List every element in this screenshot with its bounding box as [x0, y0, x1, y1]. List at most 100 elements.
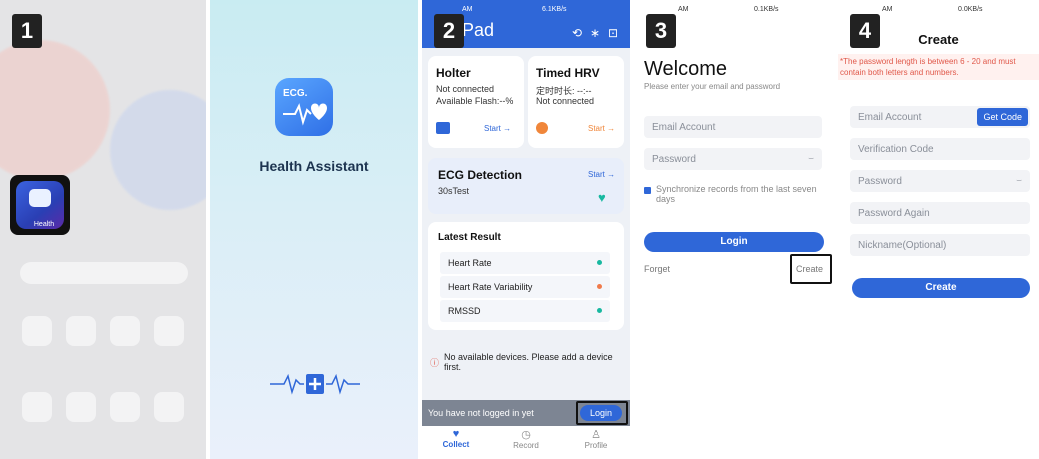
app-icon[interactable]	[110, 316, 140, 346]
verification-placeholder: Verification Code	[858, 144, 934, 155]
heart-icon: ♥	[598, 190, 606, 205]
holter-status: Not connected	[436, 84, 495, 94]
password-placeholder: Password	[652, 154, 696, 165]
ecg-start-button[interactable]: Start →	[588, 170, 615, 179]
sync-checkbox[interactable]: Synchronize records from the last seven …	[644, 184, 822, 204]
password-placeholder: Password	[858, 176, 902, 187]
verification-code-field[interactable]: Verification Code	[850, 138, 1030, 160]
password-warning: *The password length is between 6 - 20 a…	[838, 54, 1039, 80]
email-field[interactable]: Email Account Get Code	[850, 106, 1030, 128]
password-field[interactable]: Password ⌣	[850, 170, 1030, 192]
app-icon[interactable]	[22, 316, 52, 346]
phone-icon[interactable]	[22, 392, 52, 422]
camera-icon[interactable]	[154, 392, 184, 422]
hrv-start-button[interactable]: Start →	[588, 124, 615, 133]
nickname-placeholder: Nickname(Optional)	[858, 240, 947, 251]
step-badge: 3	[646, 14, 676, 48]
health-app-highlight[interactable]: Health	[10, 175, 70, 235]
step1-home-screen: 1 Health	[0, 0, 206, 459]
password-again-field[interactable]: Password Again	[850, 202, 1030, 224]
status-network: 0.0KB/s	[958, 6, 983, 13]
login-button[interactable]: Login	[644, 232, 824, 252]
email-placeholder: Email Account	[858, 112, 922, 123]
splash-screen: ECG. Health Assistant	[210, 0, 418, 459]
result-row-heart-rate[interactable]: Heart Rate	[440, 252, 610, 274]
ecg-start-label: Start	[588, 170, 605, 179]
no-devices-text: No available devices. Please add a devic…	[444, 352, 613, 372]
holter-flash: Available Flash:--%	[436, 96, 514, 106]
hrv-start-label: Start	[588, 124, 605, 133]
eye-off-icon[interactable]: ⌣	[808, 153, 814, 164]
sync-label: Synchronize records from the last seven …	[656, 184, 817, 204]
nav-profile[interactable]: ♙ Profile	[576, 428, 616, 450]
ecg-wave-icon	[270, 373, 360, 395]
result-row-hrv[interactable]: Heart Rate Variability	[440, 276, 610, 298]
refresh-icon[interactable]: ⟲	[572, 26, 582, 40]
dashboard-screen: AM 6.1KB/s Pad ⟲ ∗ ⊡ 2 Holter Not connec…	[422, 0, 630, 459]
holter-start-button[interactable]: Start →	[484, 124, 511, 133]
step-badge: 4	[850, 14, 880, 48]
heart-pulse-icon	[283, 103, 327, 126]
welcome-subtitle: Please enter your email and password	[644, 82, 781, 91]
nav-record[interactable]: ◷ Record	[506, 428, 546, 450]
person-icon: ♙	[591, 429, 601, 441]
wallpaper-blob	[0, 40, 110, 180]
wallpaper-blob	[110, 90, 206, 210]
create-link[interactable]: Create	[796, 264, 823, 274]
email-placeholder: Email Account	[652, 122, 716, 133]
nav-label: Record	[513, 441, 539, 450]
holter-title: Holter	[436, 66, 471, 80]
ecg-title: ECG Detection	[438, 168, 523, 182]
app-icon[interactable]	[66, 316, 96, 346]
result-row-rmssd[interactable]: RMSSD	[440, 300, 610, 322]
hrv-title: Timed HRV	[536, 66, 600, 80]
login-screen: 3 AM 0.1KB/s Welcome Please enter your e…	[634, 0, 834, 459]
get-code-button[interactable]: Get Code	[977, 108, 1028, 126]
app-label: Health	[33, 221, 55, 228]
app-title: Health Assistant	[259, 158, 369, 174]
nickname-field[interactable]: Nickname(Optional)	[850, 234, 1030, 256]
timed-hrv-card[interactable]: Timed HRV 定时时长: --:-- Not connected Star…	[528, 56, 624, 148]
email-field[interactable]: Email Account	[644, 116, 822, 138]
login-prompt-text: You have not logged in yet	[428, 408, 534, 418]
status-dot	[597, 284, 602, 289]
clock-icon: ◷	[521, 429, 531, 441]
messages-icon[interactable]	[66, 392, 96, 422]
alert-icon: ⓘ	[430, 358, 440, 368]
hrv-status: Not connected	[536, 96, 595, 106]
status-dot	[597, 308, 602, 313]
holter-device-icon	[436, 122, 450, 134]
home-search-bar[interactable]	[20, 262, 188, 284]
app-icon[interactable]	[154, 316, 184, 346]
nav-collect[interactable]: ♥ Collect	[436, 428, 476, 449]
status-network: 6.1KB/s	[542, 6, 567, 13]
latest-result-card: Latest Result Heart Rate Heart Rate Vari…	[428, 222, 624, 330]
status-time: AM	[462, 6, 473, 13]
create-button[interactable]: Create	[852, 278, 1030, 298]
browser-icon[interactable]	[110, 392, 140, 422]
checkbox-icon[interactable]	[644, 187, 651, 194]
bluetooth-icon[interactable]: ∗	[590, 26, 600, 40]
step-badge: 1	[12, 14, 42, 48]
holter-start-label: Start	[484, 124, 501, 133]
login-prompt-bar: You have not logged in yet Login	[422, 400, 630, 426]
holter-card[interactable]: Holter Not connected Available Flash:--%…	[428, 56, 524, 148]
status-dot	[597, 260, 602, 265]
status-network: 0.1KB/s	[754, 6, 779, 13]
result-label: RMSSD	[448, 306, 481, 316]
forget-link[interactable]: Forget	[644, 264, 670, 274]
welcome-title: Welcome	[644, 58, 727, 80]
result-label: Heart Rate	[448, 258, 492, 268]
timer-icon	[536, 122, 548, 134]
ecg-detection-card[interactable]: ECG Detection 30sTest Start → ♥	[428, 158, 624, 214]
nav-label: Profile	[584, 441, 608, 450]
eye-off-icon[interactable]: ⌣	[1016, 175, 1022, 186]
heart-icon: ♥	[452, 428, 460, 440]
scan-icon[interactable]: ⊡	[608, 26, 618, 40]
no-devices-message: ⓘ No available devices. Please add a dev…	[430, 352, 620, 372]
login-button[interactable]: Login	[580, 405, 622, 421]
password-field[interactable]: Password ⌣	[644, 148, 822, 170]
password-again-placeholder: Password Again	[858, 208, 930, 219]
status-time: AM	[678, 6, 689, 13]
health-app-icon[interactable]: Health	[16, 181, 64, 229]
